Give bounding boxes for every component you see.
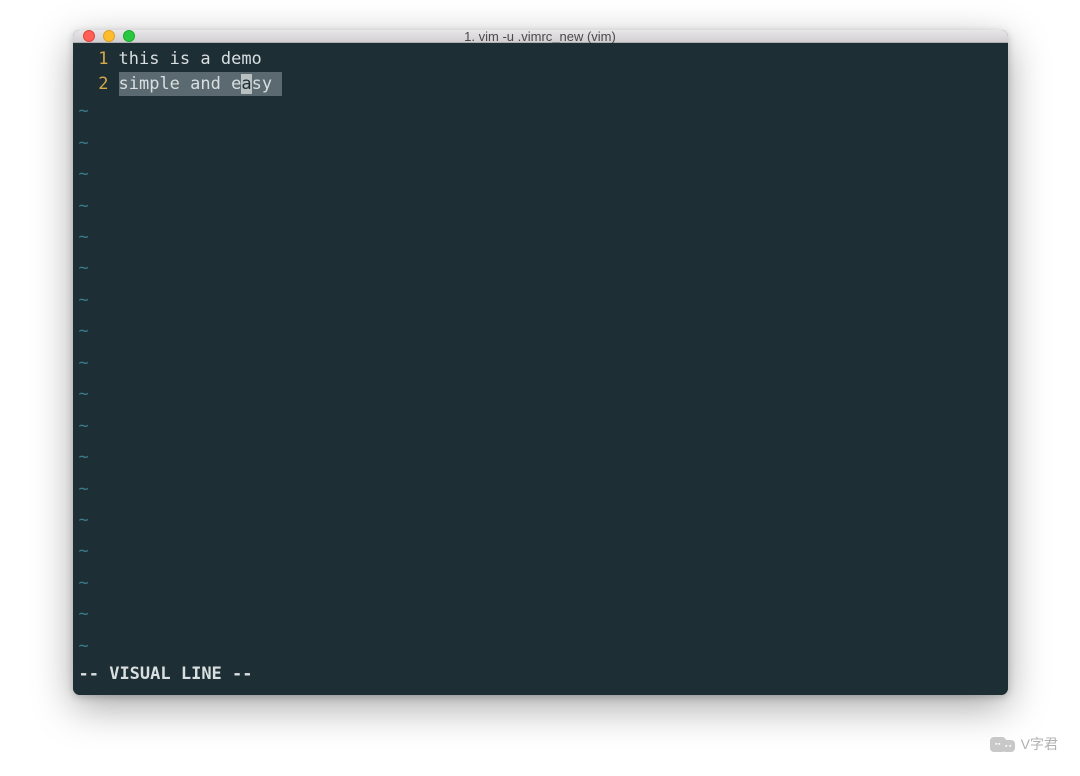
empty-line-tilde: ~: [73, 379, 1008, 410]
empty-line-tilde: ~: [73, 128, 1008, 159]
line-text: this is a demo: [119, 47, 262, 72]
empty-line-tilde: ~: [73, 599, 1008, 630]
vim-mode-status: -- VISUAL LINE --: [73, 662, 1008, 693]
editor-lines: 1this is a demo2simple and easy: [73, 47, 1008, 96]
minimize-icon[interactable]: [103, 30, 115, 42]
close-icon[interactable]: [83, 30, 95, 42]
empty-line-tilde: ~: [73, 536, 1008, 567]
wechat-icon: [990, 737, 1015, 752]
watermark: V字君: [990, 734, 1058, 754]
empty-line-tilde: ~: [73, 316, 1008, 347]
empty-line-tilde: ~: [73, 191, 1008, 222]
empty-line-tilde: ~: [73, 253, 1008, 284]
line-number: 1: [73, 47, 119, 72]
editor-line[interactable]: 2simple and easy: [73, 72, 1008, 97]
empty-line-tilde: ~: [73, 411, 1008, 442]
empty-line-tilde: ~: [73, 222, 1008, 253]
window-title: 1. vim -u .vimrc_new (vim): [73, 30, 1008, 44]
maximize-icon[interactable]: [123, 30, 135, 42]
titlebar[interactable]: 1. vim -u .vimrc_new (vim): [73, 30, 1008, 43]
traffic-lights: [83, 30, 135, 42]
line-number: 2: [73, 72, 119, 97]
empty-line-tilde: ~: [73, 159, 1008, 190]
empty-line-tilde: ~: [73, 505, 1008, 536]
empty-line-tilde: ~: [73, 96, 1008, 127]
visual-selection: simple and easy: [119, 72, 283, 97]
editor-line[interactable]: 1this is a demo: [73, 47, 1008, 72]
empty-line-tilde: ~: [73, 285, 1008, 316]
empty-line-tilde: ~: [73, 442, 1008, 473]
terminal-body[interactable]: 1this is a demo2simple and easy ~~~~~~~~…: [73, 43, 1008, 695]
cursor: a: [241, 74, 251, 94]
empty-line-tilde: ~: [73, 631, 1008, 662]
empty-line-tilde: ~: [73, 348, 1008, 379]
line-text: simple and easy: [119, 72, 283, 97]
empty-lines: ~~~~~~~~~~~~~~~~~~: [73, 96, 1008, 662]
watermark-text: V字君: [1021, 734, 1058, 754]
terminal-window: 1. vim -u .vimrc_new (vim) 1this is a de…: [73, 30, 1008, 695]
empty-line-tilde: ~: [73, 568, 1008, 599]
empty-line-tilde: ~: [73, 474, 1008, 505]
